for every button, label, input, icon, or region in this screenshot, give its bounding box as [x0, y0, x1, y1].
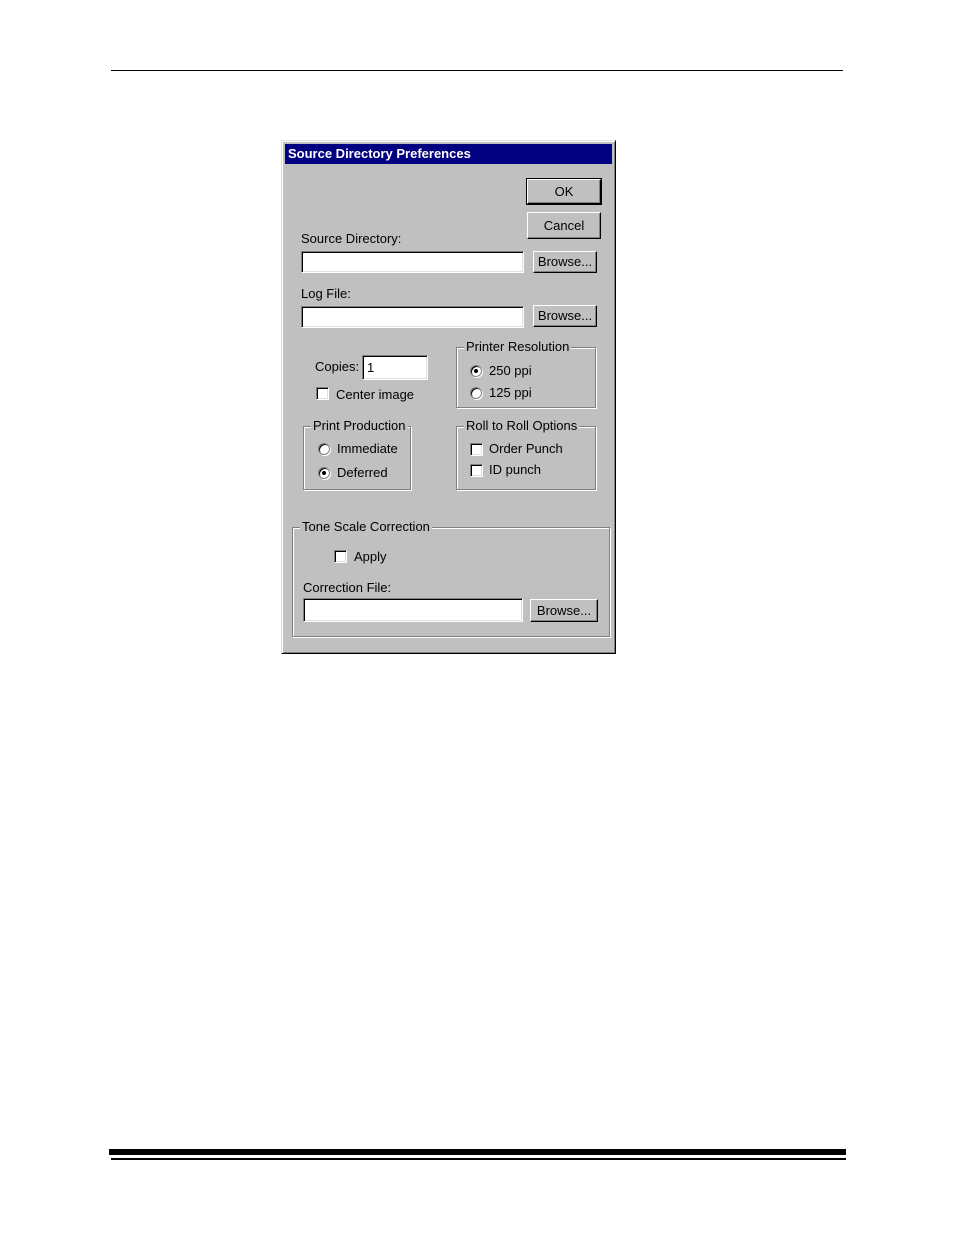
- resolution-125-radio[interactable]: [470, 387, 482, 399]
- page-header-rule: [111, 70, 843, 71]
- resolution-125-label: 125 ppi: [489, 385, 532, 400]
- source-directory-input[interactable]: [301, 251, 524, 273]
- dialog-title: Source Directory Preferences: [288, 146, 471, 161]
- deferred-label: Deferred: [337, 465, 388, 480]
- deferred-radio[interactable]: [318, 467, 330, 479]
- source-directory-label: Source Directory:: [301, 231, 402, 246]
- printer-resolution-group: Printer Resolution 250 ppi 125 ppi: [456, 339, 596, 408]
- copies-input[interactable]: [362, 355, 428, 380]
- order-punch-checkbox[interactable]: [470, 443, 483, 456]
- immediate-radio[interactable]: [318, 443, 330, 455]
- printer-resolution-title: Printer Resolution: [464, 339, 572, 355]
- correction-file-input[interactable]: [303, 598, 523, 622]
- dialog-title-bar: Source Directory Preferences: [285, 144, 612, 164]
- source-directory-browse-button[interactable]: Browse...: [533, 251, 597, 273]
- id-punch-checkbox[interactable]: [470, 464, 483, 477]
- tone-scale-correction-group: Tone Scale Correction Apply Correction F…: [292, 519, 610, 637]
- center-image-label: Center image: [336, 387, 415, 402]
- log-file-input[interactable]: [301, 306, 524, 328]
- print-production-title: Print Production: [311, 418, 408, 434]
- correction-file-browse-button[interactable]: Browse...: [530, 599, 598, 622]
- print-production-group: Print Production Immediate Deferred: [303, 418, 411, 490]
- ok-button[interactable]: OK: [526, 178, 602, 205]
- id-punch-label: ID punch: [489, 462, 542, 477]
- immediate-label: Immediate: [337, 441, 398, 456]
- page-footer-rule-thick: [109, 1149, 846, 1155]
- center-image-checkbox[interactable]: [316, 387, 329, 400]
- roll-to-roll-options-group: Roll to Roll Options Order Punch ID punc…: [456, 418, 596, 490]
- copies-label: Copies:: [315, 359, 360, 374]
- apply-label: Apply: [354, 549, 387, 564]
- order-punch-label: Order Punch: [489, 441, 563, 456]
- roll-to-roll-options-title: Roll to Roll Options: [464, 418, 580, 434]
- resolution-250-label: 250 ppi: [489, 363, 532, 378]
- tone-scale-correction-title: Tone Scale Correction: [300, 519, 432, 535]
- apply-checkbox[interactable]: [334, 550, 347, 563]
- page-footer-rule-thin: [111, 1158, 846, 1160]
- source-directory-preferences-dialog: Source Directory Preferences OK Cancel S…: [281, 140, 616, 654]
- log-file-label: Log File:: [301, 286, 351, 301]
- correction-file-label: Correction File:: [303, 580, 392, 595]
- cancel-button[interactable]: Cancel: [527, 212, 601, 239]
- log-file-browse-button[interactable]: Browse...: [533, 305, 597, 327]
- resolution-250-radio[interactable]: [470, 365, 482, 377]
